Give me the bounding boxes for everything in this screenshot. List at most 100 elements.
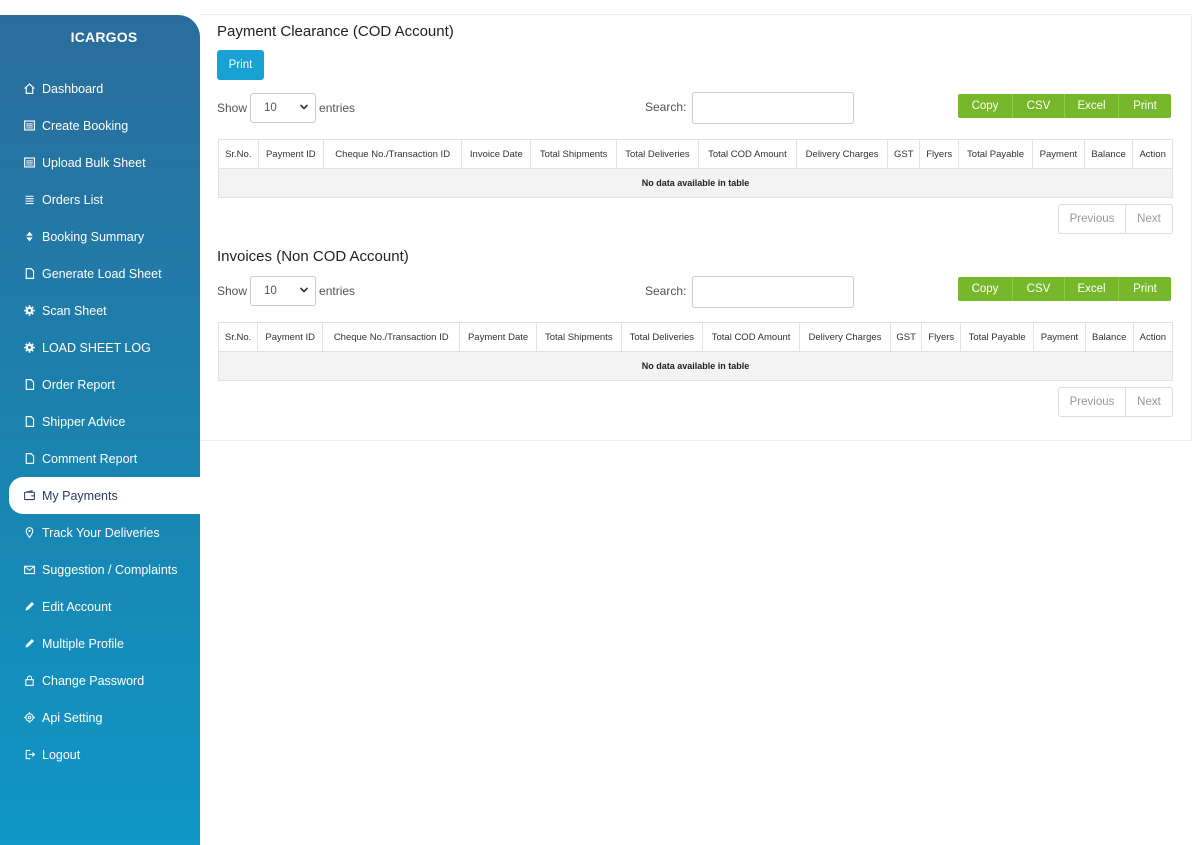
pencil-icon — [22, 600, 36, 614]
list-alt-icon — [22, 119, 36, 133]
column-header[interactable]: Total COD Amount — [702, 322, 801, 352]
column-header[interactable]: Cheque No./Transaction ID — [322, 322, 461, 352]
file-icon — [22, 452, 36, 466]
sidebar-item-suggestion-complaints[interactable]: Suggestion / Complaints — [0, 551, 200, 588]
column-header[interactable]: Action — [1132, 322, 1174, 352]
sidebar-item-load-sheet-log[interactable]: LOAD SHEET LOG — [0, 329, 200, 366]
cod-print-export-button[interactable]: Print — [1119, 94, 1171, 118]
sidebar-item-order-report[interactable]: Order Report — [0, 366, 200, 403]
invoices-search-input[interactable] — [692, 276, 854, 308]
main-content-panel: Payment Clearance (COD Account) Print Sh… — [200, 14, 1192, 441]
sidebar-item-track-your-deliveries[interactable]: Track Your Deliveries — [0, 514, 200, 551]
cod-excel-button[interactable]: Excel — [1065, 94, 1119, 118]
column-header[interactable]: Delivery Charges — [799, 322, 891, 352]
cod-entries-select[interactable]: 10 — [250, 93, 317, 123]
sidebar-item-label: Upload Bulk Sheet — [42, 155, 146, 170]
cod-copy-button[interactable]: Copy — [958, 94, 1013, 118]
sidebar-item-upload-bulk-sheet[interactable]: Upload Bulk Sheet — [0, 144, 200, 181]
sidebar-item-booking-summary[interactable]: Booking Summary — [0, 218, 200, 255]
invoices-excel-button[interactable]: Excel — [1065, 277, 1119, 301]
sidebar-item-create-booking[interactable]: Create Booking — [0, 107, 200, 144]
cod-pagination: Previous Next — [1058, 204, 1173, 234]
cod-export-buttons: Copy CSV Excel Print — [958, 94, 1171, 118]
column-header[interactable]: Cheque No./Transaction ID — [323, 139, 463, 169]
sidebar-item-scan-sheet[interactable]: Scan Sheet — [0, 292, 200, 329]
invoices-next-button[interactable]: Next — [1126, 388, 1172, 416]
sidebar-item-orders-list[interactable]: Orders List — [0, 181, 200, 218]
column-header[interactable]: Payment — [1033, 322, 1086, 352]
column-header[interactable]: Sr.No. — [217, 322, 259, 352]
cod-search-input[interactable] — [692, 92, 854, 124]
cod-entries-length: Show 10 entries — [217, 93, 355, 123]
sidebar-item-label: Order Report — [42, 377, 115, 392]
entries-label: entries — [319, 101, 356, 115]
sidebar-item-label: Logout — [42, 747, 81, 762]
map-pin-icon — [22, 526, 36, 540]
sidebar-item-label: Scan Sheet — [42, 303, 107, 318]
sidebar-item-shipper-advice[interactable]: Shipper Advice — [0, 403, 200, 440]
invoices-table: Sr.No. Payment ID Cheque No./Transaction… — [217, 322, 1174, 381]
pencil-icon — [22, 637, 36, 651]
cod-section-title: Payment Clearance (COD Account) — [217, 23, 454, 40]
sidebar-item-comment-report[interactable]: Comment Report — [0, 440, 200, 477]
list-icon — [22, 193, 36, 207]
column-header[interactable]: Total Payable — [958, 139, 1033, 169]
column-header[interactable]: Balance — [1083, 139, 1134, 169]
sort-icon — [22, 230, 36, 244]
sidebar-item-logout[interactable]: Logout — [0, 736, 200, 773]
column-header[interactable]: Total Payable — [960, 322, 1035, 352]
file-icon — [22, 415, 36, 429]
column-header[interactable]: Total Deliveries — [615, 139, 699, 169]
column-header[interactable]: Total Shipments — [535, 322, 622, 352]
column-header[interactable]: Payment ID — [257, 322, 324, 352]
invoices-previous-button[interactable]: Previous — [1059, 388, 1126, 416]
column-header[interactable]: Total COD Amount — [697, 139, 797, 169]
column-header[interactable]: Payment — [1031, 139, 1085, 169]
invoices-entries-select[interactable]: 10 — [250, 276, 317, 306]
gear-icon — [22, 304, 36, 318]
sidebar-item-api-setting[interactable]: Api Setting — [0, 699, 200, 736]
cod-csv-button[interactable]: CSV — [1013, 94, 1065, 118]
column-header[interactable]: Payment ID — [257, 139, 325, 169]
logout-icon — [22, 748, 36, 762]
sidebar-item-multiple-profile[interactable]: Multiple Profile — [0, 625, 200, 662]
column-header[interactable]: Delivery Charges — [795, 139, 889, 169]
column-header[interactable]: GST — [887, 139, 921, 169]
column-header[interactable]: Payment Date — [459, 322, 537, 352]
sidebar-item-label: Suggestion / Complaints — [42, 562, 178, 577]
column-header[interactable]: Flyers — [919, 139, 960, 169]
cod-previous-button[interactable]: Previous — [1059, 205, 1126, 233]
cod-print-button[interactable]: Print — [217, 50, 264, 80]
column-header[interactable]: Total Shipments — [530, 139, 617, 169]
invoices-print-export-button[interactable]: Print — [1119, 277, 1171, 301]
sidebar-item-label: Api Setting — [42, 710, 103, 725]
sidebar: ICARGOS Dashboard Create Booking Upload … — [0, 15, 200, 845]
column-header[interactable]: GST — [889, 322, 923, 352]
file-icon — [22, 378, 36, 392]
invoices-entries-length: Show 10 entries — [217, 276, 355, 306]
sidebar-item-label: Generate Load Sheet — [42, 266, 162, 281]
table-header-row: Sr.No. Payment ID Cheque No./Transaction… — [217, 322, 1174, 352]
column-header[interactable]: Total Deliveries — [620, 322, 704, 352]
show-label: Show — [217, 101, 248, 115]
table-header-row: Sr.No. Payment ID Cheque No./Transaction… — [218, 139, 1173, 169]
sidebar-item-my-payments[interactable]: My Payments — [9, 477, 200, 514]
sidebar-item-label: Track Your Deliveries — [42, 525, 160, 540]
sidebar-item-dashboard[interactable]: Dashboard — [0, 70, 200, 107]
column-header[interactable]: Flyers — [921, 322, 962, 352]
invoices-copy-button[interactable]: Copy — [958, 277, 1013, 301]
invoices-pagination: Previous Next — [1058, 387, 1173, 417]
cog-outline-icon — [22, 711, 36, 725]
invoices-search-label: Search: — [645, 284, 687, 298]
column-header[interactable]: Sr.No. — [218, 139, 259, 169]
sidebar-item-generate-load-sheet[interactable]: Generate Load Sheet — [0, 255, 200, 292]
column-header[interactable]: Action — [1132, 139, 1173, 169]
column-header[interactable]: Invoice Date — [461, 139, 532, 169]
show-label: Show — [217, 284, 248, 298]
invoices-csv-button[interactable]: CSV — [1013, 277, 1065, 301]
sidebar-item-label: Create Booking — [42, 118, 129, 133]
cod-next-button[interactable]: Next — [1126, 205, 1172, 233]
sidebar-item-edit-account[interactable]: Edit Account — [0, 588, 200, 625]
column-header[interactable]: Balance — [1084, 322, 1134, 352]
sidebar-item-change-password[interactable]: Change Password — [0, 662, 200, 699]
